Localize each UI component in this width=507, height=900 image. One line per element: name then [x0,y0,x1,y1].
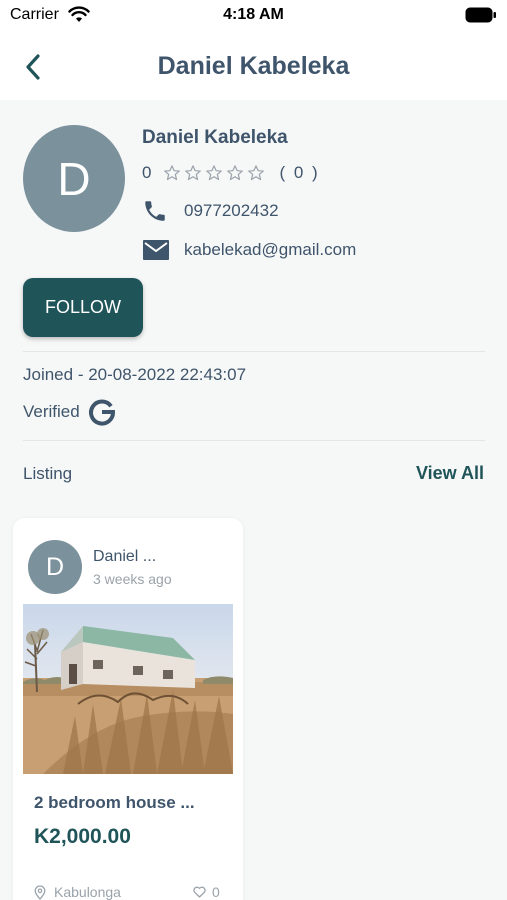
verified-row: Verified [23,398,116,426]
card-owner-name: Daniel ... [93,548,157,565]
avatar: D [23,125,125,232]
listing-price: K2,000.00 [34,825,131,848]
star-icon [164,165,181,181]
divider [23,440,485,441]
nav-bar: Daniel Kabeleka [0,32,507,100]
view-all-link[interactable]: View All [416,463,484,484]
profile-name: Daniel Kabeleka [142,127,288,148]
mail-icon [142,237,172,263]
rating-value: 0 [142,163,152,182]
star-icon [227,165,244,181]
card-avatar-letter: D [45,552,65,581]
rating-count: ( 0 ) [279,163,320,182]
star-icon [248,165,265,181]
listing-heading: Listing [23,464,73,483]
card-avatar: D [28,540,82,594]
like-button[interactable]: 0 [193,884,220,900]
like-count: 0 [212,884,220,900]
divider [23,351,485,352]
listing-location: Kabulonga [34,884,121,900]
heart-icon [193,886,206,898]
rating-stars [163,164,265,182]
battery-icon [465,7,497,23]
listing-location-text: Kabulonga [54,884,121,900]
google-icon [88,399,115,426]
email-address: kabelekad@gmail.com [184,240,357,259]
status-bar: Carrier 4:18 AM [0,0,507,32]
phone-icon [142,198,172,224]
avatar-letter: D [57,152,91,205]
listing-title: 2 bedroom house ... [34,793,195,812]
location-pin-icon [34,884,46,900]
phone-number: 0977202432 [184,201,279,220]
star-icon [206,165,223,181]
page-title: Daniel Kabeleka [157,52,350,80]
listing-photo [23,604,233,774]
rating-row: 0 ( 0 ) [142,162,320,184]
card-posted-time: 3 weeks ago [93,571,172,587]
verified-label: Verified [23,402,80,421]
profile-content: D Daniel Kabeleka 0 ( 0 ) 0977202432 kab [0,100,507,900]
email-row[interactable]: kabelekad@gmail.com [142,237,356,263]
joined-date: Joined - 20-08-2022 22:43:07 [23,365,247,384]
phone-row[interactable]: 0977202432 [142,198,279,224]
follow-button[interactable]: FOLLOW [23,278,143,337]
star-icon [185,165,202,181]
listing-card[interactable]: D Daniel ... 3 weeks ago 2 bedroom house… [13,518,243,900]
status-time: 4:18 AM [223,6,284,23]
